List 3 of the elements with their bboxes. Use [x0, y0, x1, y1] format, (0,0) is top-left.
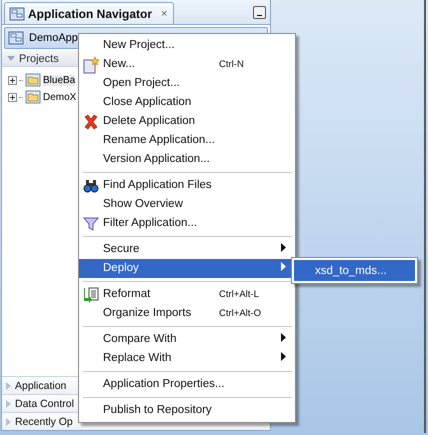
- shortcut-label: Ctrl-N: [219, 58, 245, 72]
- shortcut-label: Ctrl+Alt-L: [219, 288, 260, 302]
- shortcut-label: Ctrl+Alt-O: [219, 307, 262, 321]
